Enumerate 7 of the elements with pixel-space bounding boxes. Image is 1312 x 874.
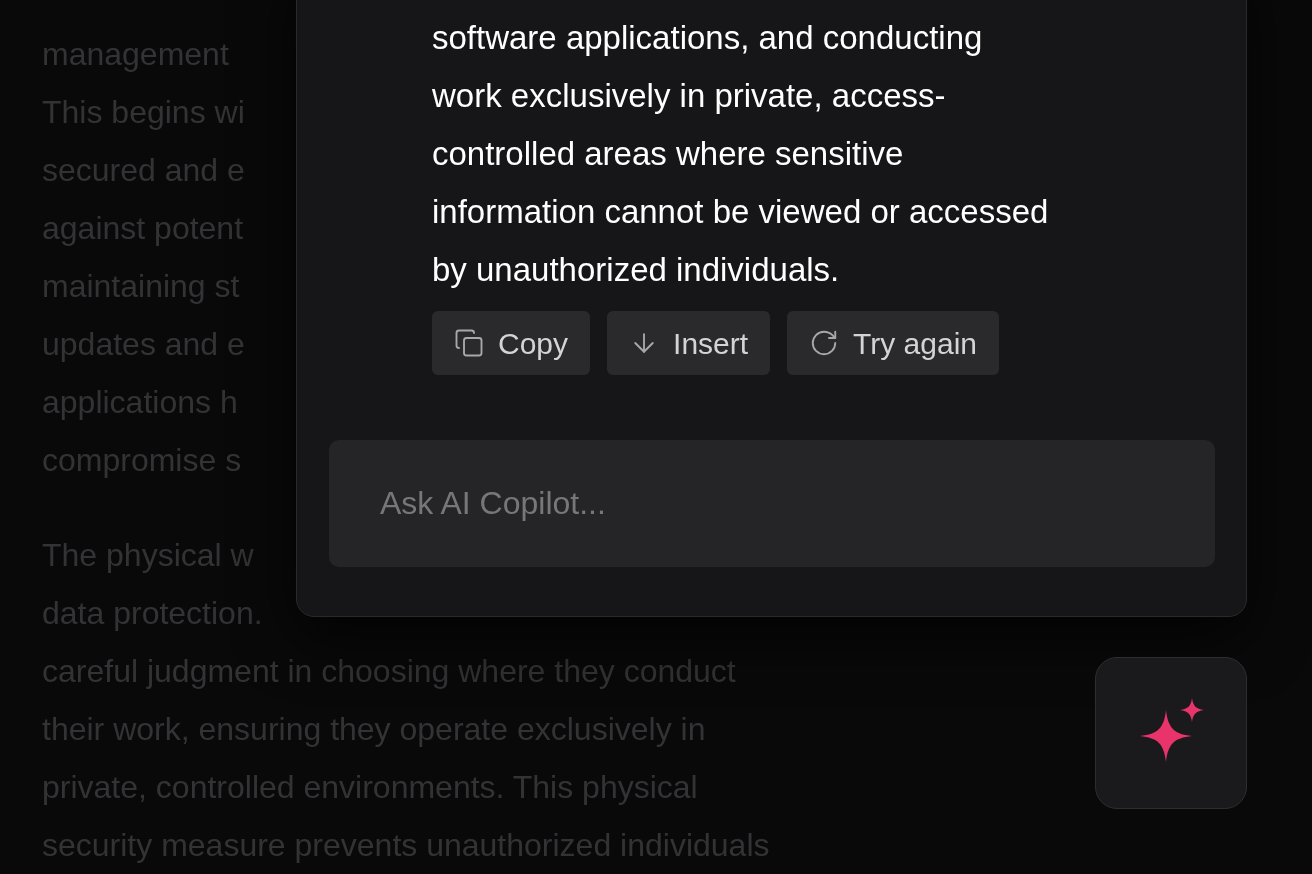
retry-button[interactable]: Try again (787, 311, 1000, 375)
copy-button[interactable]: Copy (432, 311, 591, 375)
insert-button[interactable]: Insert (607, 311, 771, 375)
copy-icon (454, 328, 484, 358)
ask-input-field[interactable]: Ask AI Copilot... (329, 440, 1215, 567)
ai-sparkle-button[interactable] (1095, 657, 1247, 809)
response-text: software applications, and conducting work exclusively in private, access-controlled areas where sensitive information cannot be viewed or accessed by unauthorized individuals. (432, 18, 1050, 290)
